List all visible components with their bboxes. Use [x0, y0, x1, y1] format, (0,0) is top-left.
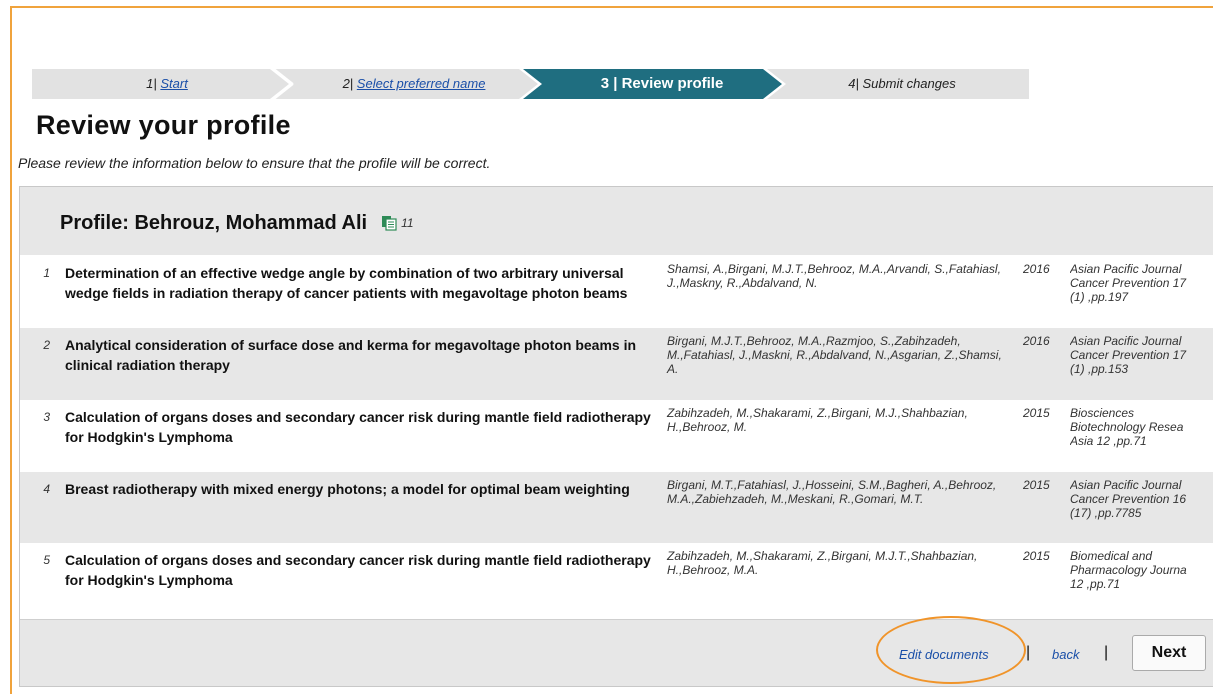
document-number: 2	[43, 338, 50, 352]
step-2: 2| Select preferred name	[314, 69, 514, 99]
document-number: 3	[43, 410, 50, 424]
edit-documents-link[interactable]: Edit documents	[899, 647, 989, 662]
document-row: 2 Analytical consideration of surface do…	[20, 328, 1213, 400]
document-source: Asian Pacific Journal Cancer Prevention …	[1070, 334, 1213, 376]
step-4-label: Submit changes	[862, 76, 956, 91]
next-button[interactable]: Next	[1132, 635, 1206, 671]
step-4: 4| Submit changes	[822, 69, 982, 99]
panel-footer: Edit documents | back | Next	[20, 619, 1213, 687]
source-line: (1) ,pp.153	[1070, 362, 1129, 376]
frame-top-border	[10, 6, 1213, 8]
source-line: Cancer Prevention 17	[1070, 276, 1187, 290]
source-line: Asian Pacific Journal	[1070, 478, 1182, 492]
document-source: Biomedical and Pharmacology Journa 12 ,p…	[1070, 549, 1213, 591]
document-title[interactable]: Calculation of organs doses and secondar…	[65, 407, 655, 447]
profile-header: Profile: Behrouz, Mohammad Ali 11	[60, 207, 414, 239]
step-3-label: Review profile	[621, 75, 724, 92]
source-line: 12 ,pp.71	[1070, 577, 1121, 591]
document-title[interactable]: Calculation of organs doses and secondar…	[65, 550, 655, 590]
profile-title: Profile: Behrouz, Mohammad Ali	[60, 211, 368, 234]
step-separator: |	[609, 75, 622, 92]
source-line: Asian Pacific Journal	[1070, 262, 1182, 276]
step-1-link[interactable]: Start	[160, 76, 187, 91]
documents-icon[interactable]	[381, 215, 397, 231]
document-number: 1	[43, 266, 50, 280]
footer-separator: |	[1026, 644, 1031, 661]
step-4-number: 4	[848, 76, 856, 91]
frame-left-border	[10, 6, 12, 694]
source-line: Cancer Prevention 16	[1070, 492, 1187, 506]
document-year: 2015	[1023, 478, 1050, 492]
document-row: 3 Calculation of organs doses and second…	[20, 400, 1213, 472]
source-line: Biosciences	[1070, 406, 1135, 420]
profile-panel: Profile: Behrouz, Mohammad Ali 11 1 Dete…	[19, 186, 1213, 687]
document-authors: Birgani, M.J.T.,Behrooz, M.A.,Razmjoo, S…	[667, 334, 1002, 376]
document-row: 5 Calculation of organs doses and second…	[20, 543, 1213, 619]
step-3: 3 | Review profile	[562, 69, 762, 99]
step-separator: |	[855, 76, 863, 91]
document-row: 4 Breast radiotherapy with mixed energy …	[20, 472, 1213, 543]
document-source: Asian Pacific Journal Cancer Prevention …	[1070, 262, 1213, 304]
source-line: Biomedical and	[1070, 549, 1153, 563]
step-3-number: 3	[600, 75, 610, 92]
source-line: (17) ,pp.7785	[1070, 506, 1142, 520]
document-year: 2016	[1023, 334, 1050, 348]
back-link[interactable]: back	[1052, 647, 1079, 662]
page-subtitle: Please review the information below to e…	[18, 155, 491, 171]
document-authors: Zabihzadeh, M.,Shakarami, Z.,Birgani, M.…	[667, 406, 968, 434]
document-source: Biosciences Biotechnology Resea Asia 12 …	[1070, 406, 1213, 448]
document-row: 1 Determination of an effective wedge an…	[20, 255, 1213, 328]
source-line: Asia 12 ,pp.71	[1070, 434, 1147, 448]
document-title[interactable]: Determination of an effective wedge angl…	[65, 263, 655, 303]
source-line: Biotechnology Resea	[1070, 420, 1184, 434]
source-line: Asian Pacific Journal	[1070, 334, 1182, 348]
document-year: 2015	[1023, 549, 1050, 563]
document-year: 2015	[1023, 406, 1050, 420]
document-authors: Shamsi, A.,Birgani, M.J.T.,Behrooz, M.A.…	[667, 262, 1001, 290]
progress-stepper: 1| Start 2| Select preferred name 3 | Re…	[32, 69, 1029, 99]
document-title[interactable]: Breast radiotherapy with mixed energy ph…	[65, 479, 655, 499]
source-line: Pharmacology Journa	[1070, 563, 1187, 577]
page-title: Review your profile	[36, 110, 291, 140]
step-2-number: 2	[342, 76, 350, 91]
source-line: Cancer Prevention 17	[1070, 348, 1187, 362]
source-line: (1) ,pp.197	[1070, 290, 1129, 304]
document-title[interactable]: Analytical consideration of surface dose…	[65, 335, 655, 375]
document-authors: Birgani, M.T.,Fatahiasl, J.,Hosseini, S.…	[667, 478, 997, 506]
step-2-link[interactable]: Select preferred name	[357, 76, 486, 91]
document-count: 11	[401, 216, 414, 230]
document-source: Asian Pacific Journal Cancer Prevention …	[1070, 478, 1213, 520]
document-number: 5	[43, 553, 50, 567]
document-authors: Zabihzadeh, M.,Shakarami, Z.,Birgani, M.…	[667, 549, 978, 577]
document-year: 2016	[1023, 262, 1050, 276]
document-number: 4	[43, 482, 50, 496]
footer-separator: |	[1104, 644, 1109, 661]
step-1: 1| Start	[112, 69, 222, 99]
step-separator: |	[349, 76, 357, 91]
